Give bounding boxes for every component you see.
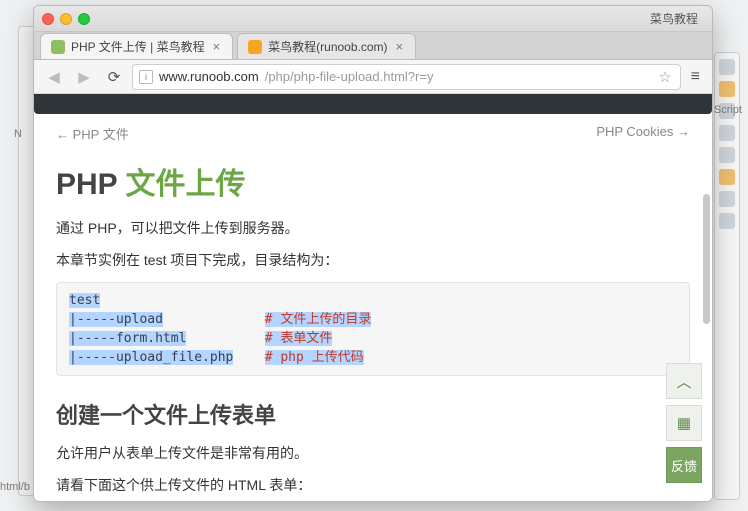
section-heading: 创建一个文件上传表单 [56, 398, 690, 430]
prev-article-link[interactable]: ← PHP 文件 [56, 124, 129, 143]
browser-menu-button[interactable]: ≡ [687, 68, 704, 86]
nav-forward-button[interactable]: ▶ [72, 65, 96, 89]
url-input[interactable]: i www.runoob.com/php/php-file-upload.htm… [132, 64, 681, 90]
nav-reload-button[interactable]: ⟳ [102, 65, 126, 89]
bookmark-star-icon[interactable]: ☆ [656, 68, 673, 86]
title-part-2: 文件上传 [125, 168, 245, 201]
window-minimize-button[interactable] [60, 13, 72, 25]
feedback-button[interactable]: 反馈 [666, 447, 702, 483]
code-block[interactable]: test |-----upload # 文件上传的目录 |-----form.h… [56, 282, 690, 376]
page-info-icon[interactable]: i [139, 70, 153, 84]
tab-runoob-home[interactable]: 菜鸟教程(runoob.com) × [237, 33, 416, 59]
window-titlebar: 菜鸟教程 [34, 6, 712, 32]
tab-strip: PHP 文件上传 | 菜鸟教程 × 菜鸟教程(runoob.com) × [34, 32, 712, 60]
floating-actions: ︿ ▦ 反馈 [666, 363, 702, 483]
tab-php-upload[interactable]: PHP 文件上传 | 菜鸟教程 × [40, 33, 233, 59]
title-part-1: PHP [56, 168, 125, 201]
structure-paragraph: 本章节实例在 test 项目下完成，目录结构为： [56, 249, 690, 271]
section-para-2: 请看下面这个供上传文件的 HTML 表单： [56, 474, 690, 496]
bg-label: N [14, 128, 22, 140]
tab-close-button[interactable]: × [394, 39, 406, 54]
scrollbar-thumb[interactable] [703, 194, 710, 324]
browser-window: 菜鸟教程 PHP 文件上传 | 菜鸟教程 × 菜鸟教程(runoob.com) … [33, 5, 713, 502]
site-header-bar [34, 94, 712, 114]
url-host: www.runoob.com [159, 69, 259, 84]
qr-icon: ▦ [677, 414, 691, 432]
intro-paragraph: 通过 PHP，可以把文件上传到服务器。 [56, 217, 690, 239]
nav-back-button[interactable]: ◀ [42, 65, 66, 89]
qr-code-button[interactable]: ▦ [666, 405, 702, 441]
runoob-favicon-icon [51, 40, 65, 54]
section-para-1: 允许用户从表单上传文件是非常有用的。 [56, 442, 690, 464]
xampp-favicon-icon [248, 40, 262, 54]
next-article-link[interactable]: PHP Cookies → [596, 124, 690, 143]
address-bar: ◀ ▶ ⟳ i www.runoob.com/php/php-file-uplo… [34, 60, 712, 94]
window-title: 菜鸟教程 [650, 10, 698, 27]
breadcrumb-nav: ← PHP 文件 PHP Cookies → [56, 124, 690, 143]
bg-label: html/b [0, 481, 30, 493]
page-title: PHP 文件上传 [56, 159, 690, 203]
page-content: ← PHP 文件 PHP Cookies → PHP 文件上传 通过 PHP，可… [34, 94, 712, 501]
chevron-up-icon: ︿ [676, 371, 691, 392]
tab-close-button[interactable]: × [211, 39, 223, 54]
window-close-button[interactable] [42, 13, 54, 25]
bg-label: Script [714, 104, 742, 116]
window-zoom-button[interactable] [78, 13, 90, 25]
url-path: /php/php-file-upload.html?r=y [265, 69, 434, 84]
tab-label: 菜鸟教程(runoob.com) [268, 38, 387, 55]
scroll-top-button[interactable]: ︿ [666, 363, 702, 399]
tab-label: PHP 文件上传 | 菜鸟教程 [71, 38, 205, 55]
